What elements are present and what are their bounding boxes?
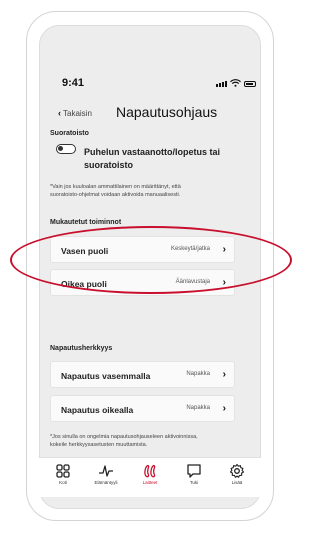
item-value: Napakka <box>186 371 210 377</box>
list-item-napautus-oikealla[interactable]: Napautus oikealla Napakka › <box>50 395 235 422</box>
note-line: suoratoisto-ohjelmat voidaan aktivoida m… <box>50 192 181 198</box>
page-title: Napautusohjaus <box>116 104 218 120</box>
item-value: Napakka <box>186 405 210 411</box>
chevron-right-icon: › <box>222 403 226 414</box>
tab-label: Laitteet <box>142 480 158 485</box>
tab-elamantyyli[interactable]: Elämäntyyli <box>88 463 124 485</box>
chevron-left-icon: ‹ <box>58 108 61 118</box>
toggle-label: Puhelun vastaanotto/lopetus tai suoratoi… <box>84 147 221 170</box>
list-item-napautus-vasemmalla[interactable]: Napautus vasemmalla Napakka › <box>50 361 235 388</box>
tab-laitteet[interactable]: Laitteet <box>132 463 168 485</box>
home-grid-icon <box>56 464 70 478</box>
chevron-right-icon: › <box>222 369 226 380</box>
page-header: ‹ Takaisin Napautusohjaus <box>40 96 260 126</box>
status-icons <box>216 79 256 87</box>
battery-icon <box>244 81 256 87</box>
suoratoisto-toggle[interactable] <box>56 144 76 154</box>
section-label-herkkyys: Napautusherkkyys <box>50 345 113 352</box>
signal-icon <box>216 81 227 87</box>
suoratoisto-note: *Vain jos kuuloalan ammattilainen on mää… <box>50 183 240 199</box>
section-label-suoratoisto: Suoratoisto <box>50 130 89 137</box>
status-time: 9:41 <box>62 77 85 89</box>
herkkyys-note: *Jos sinulla on ongelmia napautusohjause… <box>50 433 240 449</box>
note-line: kokeile herkkyysasetusten muuttamista. <box>50 442 148 448</box>
note-line: *Vain jos kuuloalan ammattilainen on mää… <box>50 184 181 190</box>
item-label: Napautus vasemmalla <box>61 371 151 381</box>
back-button[interactable]: ‹ Takaisin <box>58 108 92 118</box>
tab-label: Tuki <box>189 480 199 485</box>
gear-icon <box>229 463 245 478</box>
wifi-icon <box>230 79 241 87</box>
tab-koti[interactable]: Koti <box>45 463 81 485</box>
item-label: Napautus oikealla <box>61 405 134 415</box>
tab-label: Elämäntyyli <box>94 480 118 485</box>
activity-icon <box>99 465 113 477</box>
section-label-mukautetut: Mukautetut toiminnot <box>50 219 122 226</box>
bottom-tab-bar: Koti Elämäntyyli Laitteet Tuki Lisää <box>39 457 261 497</box>
tab-lisaa[interactable]: Lisää <box>219 463 255 485</box>
hearing-aids-icon <box>144 464 156 478</box>
chat-icon <box>187 464 201 478</box>
highlight-ellipse <box>10 226 292 294</box>
back-label: Takaisin <box>63 108 92 118</box>
tab-label: Koti <box>59 480 67 485</box>
tab-tuki[interactable]: Tuki <box>176 463 212 485</box>
note-line: *Jos sinulla on ongelmia napautusohjause… <box>50 434 198 440</box>
toggle-knob <box>58 146 63 151</box>
tab-label: Lisää <box>231 480 243 485</box>
